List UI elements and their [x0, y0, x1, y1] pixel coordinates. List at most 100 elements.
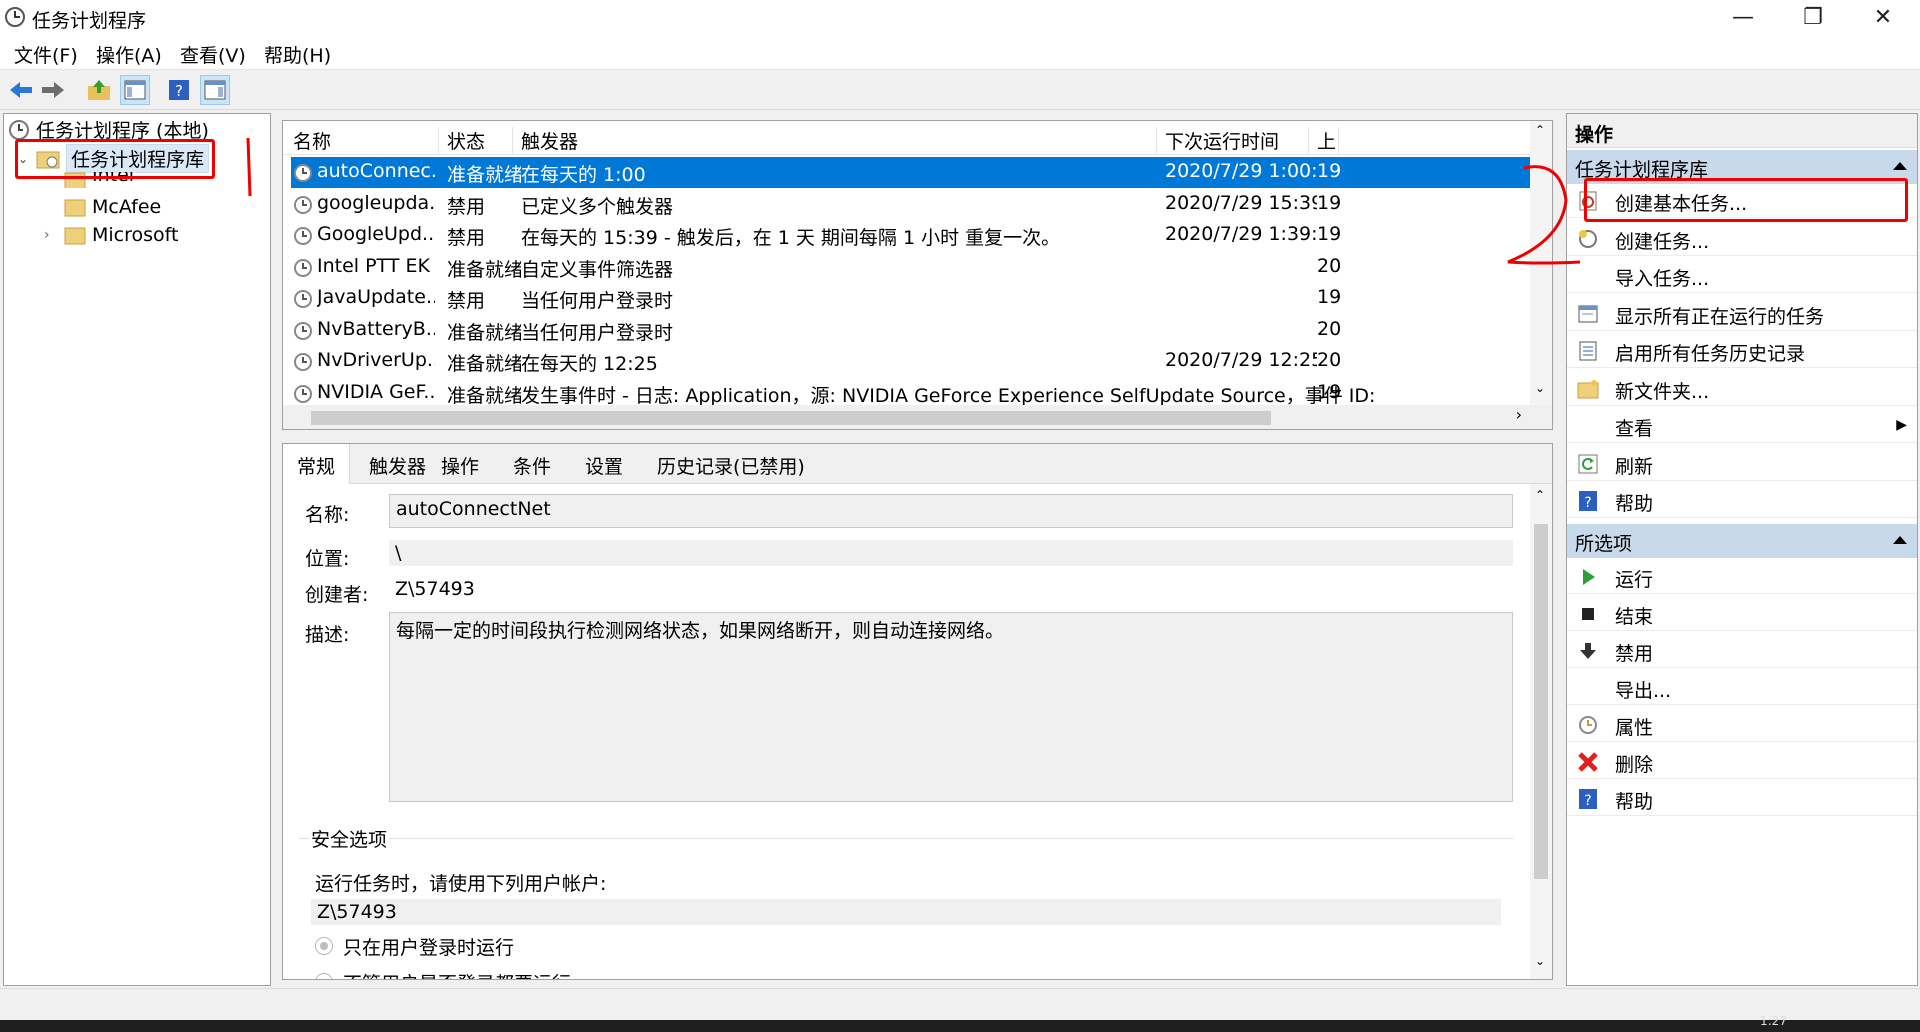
menu-file[interactable]: 文件(F)	[14, 41, 78, 68]
action-create-task[interactable]: 创建任务...	[1567, 222, 1917, 256]
task-trigger-cell: 自定义事件筛选器	[521, 258, 674, 281]
tree-item-microsoft[interactable]: › Microsoft	[44, 224, 178, 246]
task-next-run-cell: 2020/7/29 1:39:33	[1165, 223, 1317, 245]
action-label: 运行	[1615, 569, 1654, 591]
folder-icon	[64, 227, 86, 245]
action-label: 刷新	[1615, 455, 1654, 478]
location-field[interactable]: \	[389, 540, 1513, 566]
description-field[interactable]: 每隔一定的时间段执行检测网络状态，如果网络断开，则自动连接网络。	[389, 612, 1513, 802]
restore-button[interactable]: ❐	[1778, 0, 1848, 34]
collapse-icon[interactable]	[1893, 536, 1907, 544]
tree-item-mcafee[interactable]: McAfee	[64, 196, 161, 218]
forward-arrow-icon[interactable]	[38, 75, 68, 105]
scroll-down-icon[interactable]: ⌄	[1535, 954, 1545, 968]
action-run[interactable]: 运行	[1567, 560, 1917, 594]
run-as-label: 运行任务时，请使用下列用户帐户:	[315, 873, 607, 895]
task-trigger-cell: 发生事件时 - 日志: Application，源: NVIDIA GeForc…	[521, 384, 1381, 407]
minimize-button[interactable]: —	[1708, 0, 1778, 34]
detail-vscroll[interactable]: ⌃ ⌄	[1530, 484, 1552, 979]
author-field[interactable]: Z\57493	[389, 576, 1513, 602]
action-label: 删除	[1615, 754, 1654, 776]
task-list-vscroll[interactable]: ⌃ ⌄	[1530, 121, 1552, 407]
action-label: 禁用	[1615, 643, 1654, 665]
action-show-running[interactable]: 显示所有正在运行的任务	[1567, 297, 1917, 331]
action-disable[interactable]: 禁用	[1567, 634, 1917, 668]
task-clock-icon	[294, 258, 312, 277]
task-name-cell: Intel PTT EK ...	[317, 254, 435, 277]
section-selected-item[interactable]: 所选项	[1567, 524, 1917, 558]
vscroll-thumb[interactable]	[1534, 524, 1548, 879]
task-status-cell: 准备就绪	[447, 384, 521, 407]
console-tree-icon[interactable]	[120, 75, 150, 105]
clock-app-icon	[5, 7, 25, 27]
submenu-arrow-icon: ▶	[1896, 417, 1907, 433]
task-status-cell: 禁用	[447, 227, 486, 249]
scroll-down-icon[interactable]: ⌄	[1535, 381, 1545, 395]
folder-up-icon[interactable]	[84, 75, 114, 105]
table-row[interactable]: googleupda... 禁用 已定义多个触发器 2020/7/29 15:39:3…	[291, 189, 1531, 220]
task-name-cell: googleupda...	[317, 191, 435, 214]
action-pane-icon[interactable]	[200, 75, 230, 105]
collapse-icon[interactable]	[1893, 162, 1907, 170]
column-last-run[interactable]: 上	[1309, 127, 1339, 155]
action-label: 帮助	[1615, 791, 1654, 813]
action-export[interactable]: 导出...	[1567, 671, 1917, 705]
column-next-run[interactable]: 下次运行时间	[1157, 127, 1309, 155]
tab-triggers[interactable]: 触发器	[369, 452, 426, 479]
author-label: 创建者:	[305, 584, 369, 606]
table-row[interactable]: Intel PTT EK ... 准备就绪自定义事件筛选器 20	[291, 252, 1531, 283]
task-status-cell: 准备就绪	[447, 353, 521, 375]
radio-run-whether[interactable]	[315, 973, 333, 979]
close-button[interactable]: ✕	[1848, 0, 1918, 34]
table-row[interactable]: NvBatteryB... 准备就绪 当任何用户登录时 20	[291, 315, 1531, 346]
action-properties[interactable]: 属性	[1567, 708, 1917, 742]
run-as-account[interactable]: Z\57493	[311, 899, 1501, 925]
task-list-header: 名称 状态 触发器 下次运行时间 上	[283, 121, 1552, 155]
action-refresh[interactable]: 刷新	[1567, 447, 1917, 481]
help-icon[interactable]: ?	[164, 75, 194, 105]
table-row[interactable]: NvDriverUp... 准备就绪 在每天的 12:25 2020/7/29 12:…	[291, 346, 1531, 377]
task-status-cell: 禁用	[447, 290, 486, 312]
column-name[interactable]: 名称	[285, 127, 439, 155]
action-help-selected[interactable]: ? 帮助	[1567, 782, 1917, 816]
tab-settings[interactable]: 设置	[585, 452, 623, 479]
back-arrow-icon[interactable]	[6, 75, 36, 105]
action-view[interactable]: 查看 ▶	[1567, 409, 1917, 443]
column-status[interactable]: 状态	[439, 127, 513, 155]
action-label: 创建任务...	[1615, 230, 1710, 253]
annotation-box-library	[15, 139, 215, 179]
table-row[interactable]: JavaUpdate... 禁用 当任何用户登录时 19	[291, 283, 1531, 314]
task-next-run-cell: 2020/7/29 1:00:00	[1165, 160, 1317, 182]
table-row[interactable]: autoConnec... 准备就绪在每天的 1:00 2020/7/29 1:00…	[291, 157, 1531, 188]
hscroll-thumb[interactable]	[311, 411, 1271, 425]
menu-action[interactable]: 操作(A)	[96, 41, 162, 68]
menu-help[interactable]: 帮助(H)	[264, 41, 331, 68]
scroll-up-icon[interactable]: ⌃	[1535, 123, 1545, 137]
toolbar: ?	[0, 70, 1920, 110]
action-delete[interactable]: 删除	[1567, 745, 1917, 779]
tab-conditions[interactable]: 条件	[513, 452, 551, 479]
task-list-hscroll[interactable]: ›	[283, 405, 1552, 429]
tab-general[interactable]: 常规	[283, 444, 351, 484]
task-status-cell: 准备就绪	[447, 321, 521, 344]
taskbar-clock: 1:27	[1760, 1014, 1787, 1028]
task-status-cell: 禁用	[447, 195, 486, 218]
action-import-task[interactable]: 导入任务...	[1567, 259, 1917, 293]
table-row[interactable]: NVIDIA GeF... 准备就绪 发生事件时 - 日志: Application…	[291, 378, 1531, 409]
action-enable-history[interactable]: 启用所有任务历史记录	[1567, 334, 1917, 368]
column-trigger[interactable]: 触发器	[513, 127, 1157, 155]
properties-icon	[1579, 716, 1597, 734]
menu-view[interactable]: 查看(V)	[180, 41, 246, 68]
radio-logged-on-only[interactable]	[315, 937, 333, 955]
action-help[interactable]: ? 帮助	[1567, 484, 1917, 518]
task-last-run-cell: 19	[1317, 380, 1342, 403]
table-row[interactable]: GoogleUpd... 禁用 在每天的 15:39 - 触发后，在 1 天 期间每…	[291, 220, 1531, 251]
scroll-right-icon[interactable]: ›	[1516, 405, 1522, 424]
action-end[interactable]: 结束	[1567, 597, 1917, 631]
tab-actions[interactable]: 操作	[441, 452, 479, 479]
action-new-folder[interactable]: 新文件夹...	[1567, 372, 1917, 406]
chevron-right-icon[interactable]: ›	[44, 227, 64, 243]
name-field[interactable]: autoConnectNet	[389, 494, 1513, 528]
scroll-up-icon[interactable]: ⌃	[1535, 488, 1545, 502]
tab-history[interactable]: 历史记录(已禁用)	[657, 452, 805, 479]
